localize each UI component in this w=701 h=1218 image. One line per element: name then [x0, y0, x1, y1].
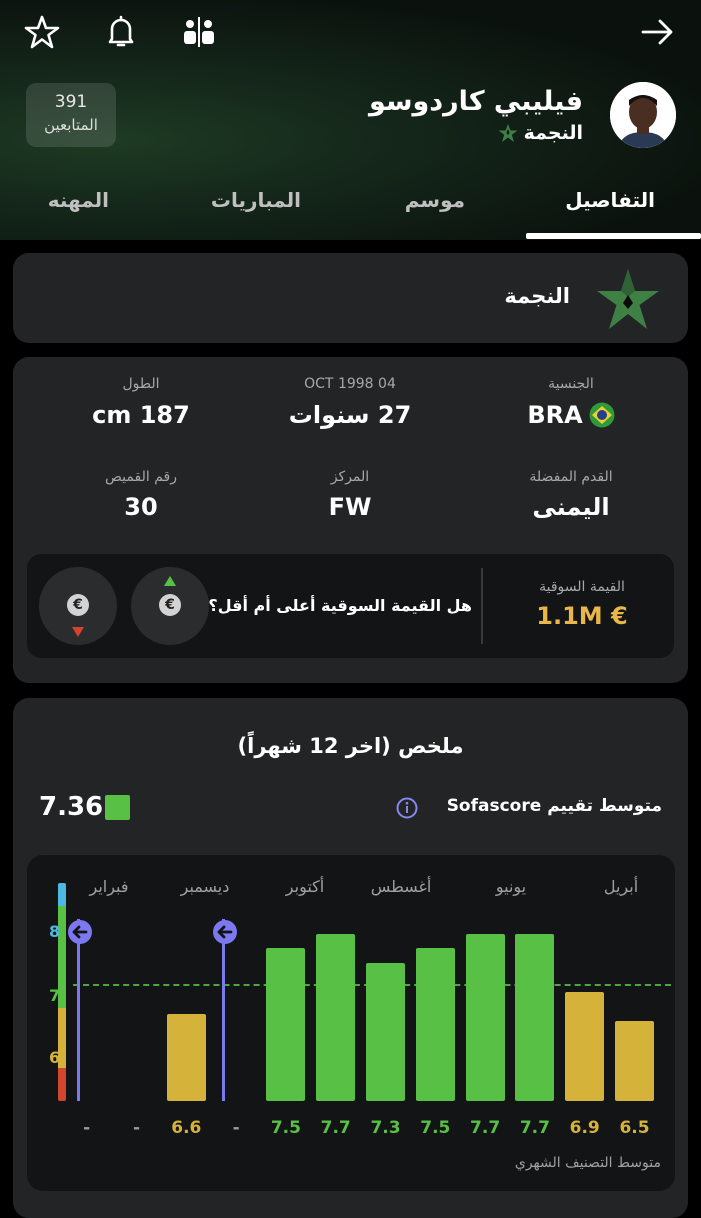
- player-header: 391 المتابعين فيليبي كاردوسو النجمة التف…: [0, 0, 701, 240]
- star-icon[interactable]: [24, 14, 60, 50]
- bar-value-label: -: [83, 1118, 91, 1138]
- preferred-foot-value: اليمنى: [532, 493, 610, 521]
- market-question: هل القيمة السوقية أعلى أم أقل؟: [208, 596, 472, 615]
- vote-lower-button[interactable]: €: [39, 567, 117, 645]
- nationality-value: BRA: [471, 401, 671, 429]
- player-details-card: الجنسية BRA 04 OCT 1998 27 سنوات الطول 1…: [13, 357, 688, 683]
- bar-value-label: 6.5: [619, 1118, 650, 1138]
- chart-bar[interactable]: [415, 948, 455, 1101]
- player-name: فيليبي كاردوسو: [369, 86, 583, 117]
- avg-rating-label: متوسط تقييم Sofascore: [446, 796, 662, 816]
- month-label: يونيو: [495, 877, 527, 896]
- player-avatar: [610, 82, 676, 148]
- arrow-right-icon[interactable]: [640, 14, 676, 50]
- chart-bar[interactable]: [565, 992, 605, 1101]
- followers-box[interactable]: 391 المتابعين: [26, 83, 116, 147]
- team-name: النجمة: [523, 122, 583, 144]
- bar-value-label: 7.7: [470, 1118, 501, 1138]
- followers-label: المتابعين: [44, 116, 98, 134]
- team-card[interactable]: النجمة: [13, 253, 688, 343]
- nationality-label: الجنسية: [548, 376, 594, 392]
- bell-icon[interactable]: [103, 14, 139, 50]
- tab-details[interactable]: التفاصيل: [565, 188, 655, 212]
- age-value: 27 سنوات: [288, 401, 412, 429]
- euro-coin-icon: €: [67, 594, 89, 616]
- chart-bar[interactable]: [366, 962, 405, 1101]
- bar-value-label: 7.7: [320, 1118, 351, 1138]
- season-marker-line: [77, 919, 80, 1101]
- chart-footer: متوسط التصنيف الشهري: [514, 1155, 661, 1171]
- nationality-code: BRA: [527, 401, 583, 429]
- summary-title: ملخص (اخر 12 شهراً): [237, 734, 464, 758]
- divider: [481, 568, 483, 644]
- bar-value-label: 6.6: [171, 1118, 202, 1138]
- chart-bar[interactable]: [316, 933, 356, 1101]
- euro-coin-icon: €: [159, 594, 181, 616]
- bar-value-label: 7.5: [420, 1118, 451, 1138]
- season-start-marker-icon[interactable]: [67, 919, 93, 945]
- followers-count: 391: [54, 92, 88, 112]
- month-label: أبريل: [603, 877, 639, 896]
- month-label: أكتوبر: [285, 877, 325, 896]
- birthdate-label: 04 OCT 1998: [304, 376, 396, 392]
- y-tick-6: 6: [49, 1048, 61, 1067]
- bar-value-label: 7.3: [370, 1118, 401, 1138]
- team-star-logo-icon: [597, 269, 659, 329]
- info-icon[interactable]: [396, 797, 418, 819]
- chart-bar[interactable]: [166, 1013, 206, 1101]
- height-label: الطول: [122, 376, 160, 392]
- monthly-rating-chart: 8 7 6 أبريل يونيو أغسطس أكتوبر ديسمبر فب…: [27, 855, 675, 1191]
- vote-higher-button[interactable]: €: [131, 567, 209, 645]
- compare-icon[interactable]: [181, 14, 217, 50]
- y-tick-8: 8: [49, 922, 61, 941]
- chart-bar[interactable]: [615, 1021, 654, 1101]
- shirt-number-label: رقم القميص: [105, 469, 177, 485]
- month-label: ديسمبر: [180, 877, 230, 896]
- tab-career[interactable]: المهنه: [48, 188, 109, 212]
- triangle-up-icon: [164, 576, 176, 586]
- season-start-marker-icon[interactable]: [212, 919, 238, 945]
- shirt-number-value: 30: [124, 493, 158, 521]
- month-label: فبراير: [89, 877, 129, 896]
- bar-value-label: 6.9: [569, 1118, 600, 1138]
- tab-season[interactable]: موسم: [405, 188, 465, 212]
- brazil-flag-icon: [589, 402, 615, 428]
- bar-value-label: 7.5: [270, 1118, 301, 1138]
- chart-bar[interactable]: [465, 933, 505, 1101]
- y-tick-7: 7: [49, 986, 61, 1005]
- active-tab-indicator: [526, 233, 701, 239]
- team-logo-icon: [498, 124, 518, 142]
- team-card-name: النجمة: [504, 284, 570, 308]
- avg-rating-value: 7.36: [39, 792, 104, 822]
- position-label: المركز: [330, 469, 370, 485]
- market-value-panel: القيمة السوقية 1.1M € هل القيمة السوقية …: [27, 554, 674, 658]
- avg-rating-swatch: [105, 795, 130, 820]
- triangle-down-icon: [72, 627, 84, 637]
- chart-bar[interactable]: [515, 933, 555, 1101]
- market-value: 1.1M €: [536, 602, 628, 630]
- season-marker-line: [222, 919, 225, 1101]
- summary-card: ملخص (اخر 12 شهراً) متوسط تقييم Sofascor…: [13, 698, 688, 1218]
- bar-value-label: 7.7: [519, 1118, 550, 1138]
- market-value-label: القيمة السوقية: [539, 579, 625, 595]
- preferred-foot-label: القدم المفضلة: [529, 469, 613, 485]
- position-value: FW: [328, 493, 372, 521]
- height-value: 187 cm: [92, 401, 190, 429]
- player-team[interactable]: النجمة: [498, 122, 583, 144]
- bar-value-label: -: [232, 1118, 240, 1138]
- month-label: أغسطس: [370, 877, 432, 896]
- tab-matches[interactable]: المباريات: [211, 188, 301, 212]
- chart-bar[interactable]: [266, 948, 306, 1101]
- bar-value-label: -: [132, 1118, 141, 1138]
